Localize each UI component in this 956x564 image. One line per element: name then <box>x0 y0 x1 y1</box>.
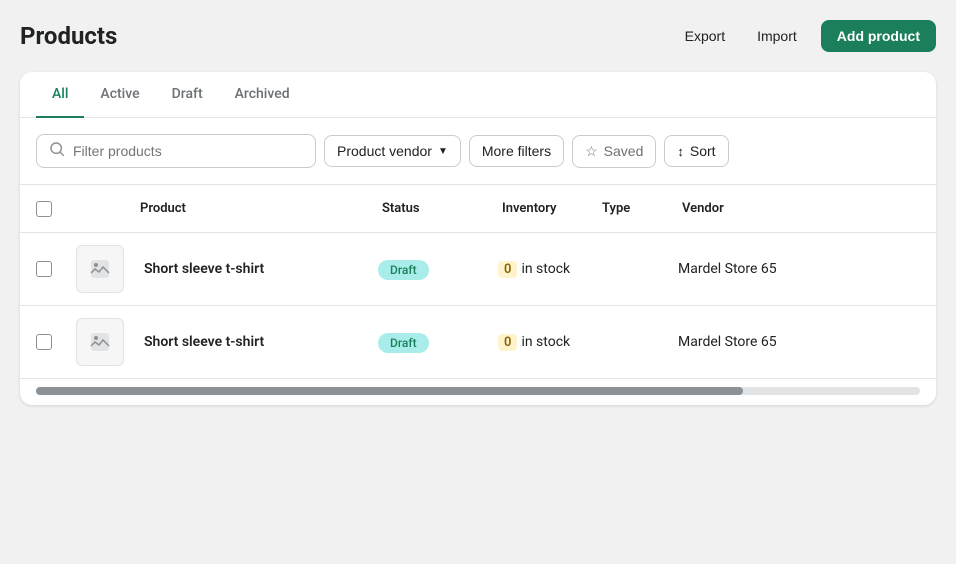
vendor-col-header: Vendor <box>678 193 920 224</box>
horizontal-scrollbar-track[interactable] <box>36 387 920 395</box>
type-col-header: Type <box>598 193 678 224</box>
filters-row: Product vendor ▼ More filters ☆ Saved ↕ … <box>20 118 936 185</box>
export-button[interactable]: Export <box>677 22 733 50</box>
product-thumbnail <box>76 318 124 366</box>
product-name: Short sleeve t-shirt <box>136 261 378 277</box>
inventory-col-header: Inventory <box>498 193 598 224</box>
main-card: All Active Draft Archived Product vendor… <box>20 72 936 405</box>
table-row: Short sleeve t-shirt Draft 0 in stock Ma… <box>20 306 936 379</box>
page-title: Products <box>20 22 117 50</box>
table-row: Short sleeve t-shirt Draft 0 in stock Ma… <box>20 233 936 306</box>
row-checkbox-cell <box>36 334 76 350</box>
vendor-cell: Mardel Store 65 <box>678 261 920 277</box>
inventory-number: 0 <box>498 261 517 278</box>
table-header: Product Status Inventory Type Vendor <box>20 185 936 233</box>
import-button[interactable]: Import <box>749 22 805 50</box>
search-icon <box>49 141 65 161</box>
product-thumbnail <box>76 245 124 293</box>
scrollbar-track-wrapper <box>20 379 936 405</box>
header-actions: Export Import Add product <box>677 20 936 52</box>
sort-icon: ↕ <box>677 144 684 159</box>
row-checkbox[interactable] <box>36 334 52 350</box>
more-filters-button[interactable]: More filters <box>469 135 564 167</box>
horizontal-scrollbar-thumb[interactable] <box>36 387 743 395</box>
inventory-suffix: in stock <box>521 334 570 350</box>
saved-button[interactable]: ☆ Saved <box>572 135 656 168</box>
status-cell: Draft <box>378 259 498 280</box>
tab-all[interactable]: All <box>36 72 84 118</box>
select-all-cell <box>36 201 76 217</box>
saved-label: Saved <box>604 143 644 159</box>
row-checkbox[interactable] <box>36 261 52 277</box>
tab-active[interactable]: Active <box>84 72 155 118</box>
vendor-cell: Mardel Store 65 <box>678 334 920 350</box>
status-cell: Draft <box>378 332 498 353</box>
tabs-container: All Active Draft Archived <box>20 72 936 118</box>
tab-draft[interactable]: Draft <box>156 72 219 118</box>
status-badge: Draft <box>378 260 429 280</box>
select-all-checkbox[interactable] <box>36 201 52 217</box>
search-wrapper <box>36 134 316 168</box>
sort-button[interactable]: ↕ Sort <box>664 135 728 167</box>
tab-archived[interactable]: Archived <box>219 72 306 118</box>
product-name: Short sleeve t-shirt <box>136 334 378 350</box>
status-col-header: Status <box>378 193 498 224</box>
status-badge: Draft <box>378 333 429 353</box>
page-header: Products Export Import Add product <box>20 20 936 52</box>
more-filters-label: More filters <box>482 143 551 159</box>
inventory-cell: 0 in stock <box>498 334 598 351</box>
search-input[interactable] <box>73 143 303 159</box>
product-vendor-button[interactable]: Product vendor ▼ <box>324 135 461 167</box>
inventory-number: 0 <box>498 334 517 351</box>
chevron-down-icon: ▼ <box>438 146 448 157</box>
star-icon: ☆ <box>585 143 598 160</box>
vendor-filter-label: Product vendor <box>337 143 432 159</box>
inventory-suffix: in stock <box>521 261 570 277</box>
product-col-header: Product <box>136 193 378 224</box>
inventory-cell: 0 in stock <box>498 261 598 278</box>
row-checkbox-cell <box>36 261 76 277</box>
sort-label: Sort <box>690 143 716 159</box>
add-product-button[interactable]: Add product <box>821 20 936 52</box>
